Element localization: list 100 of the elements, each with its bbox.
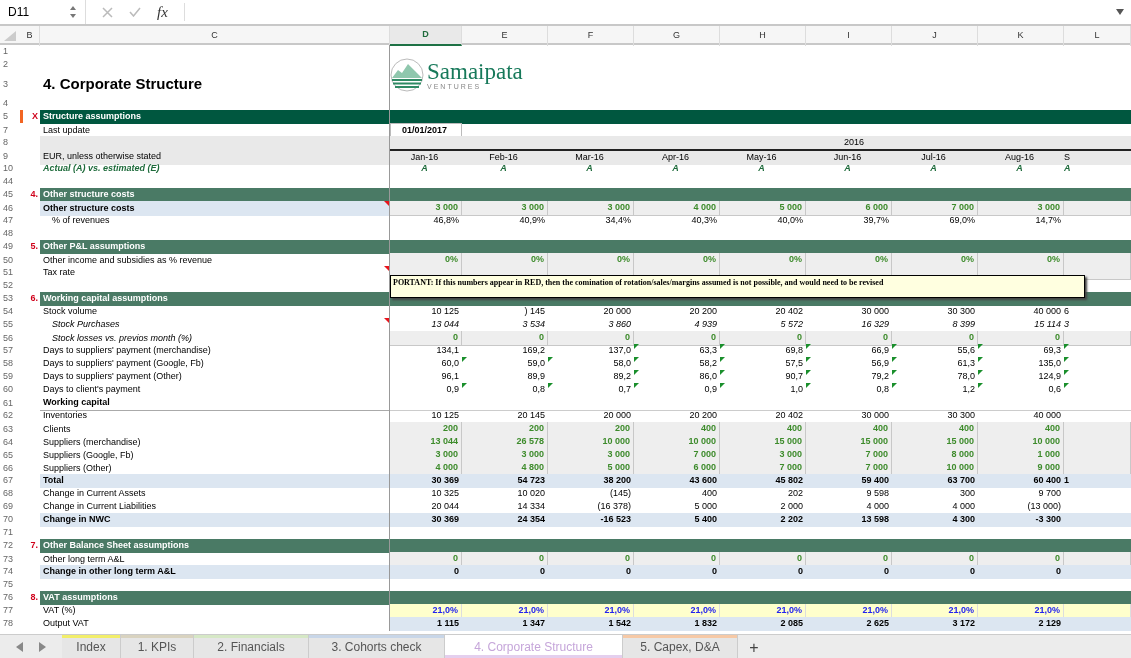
table-cell: 0: [390, 552, 462, 567]
row-number: 3: [2, 77, 9, 91]
row-number: 63: [2, 422, 14, 436]
check-icon[interactable]: [129, 7, 141, 17]
table-cell: 90,7: [720, 370, 806, 384]
table-cell: 400: [720, 422, 806, 437]
row-number: 59: [2, 370, 14, 384]
table-cell: 1 347: [462, 617, 548, 631]
table-cell-text: 202: [786, 487, 804, 500]
table-cell-text: A: [420, 162, 429, 175]
table-cell-text: 3 534: [521, 318, 546, 331]
sheet-tab[interactable]: 2. Financials: [194, 635, 309, 658]
table-cell-text: A: [1064, 162, 1072, 175]
table-cell-text: 9 700: [1037, 487, 1062, 500]
table-cell: 0: [978, 552, 1064, 567]
table-cell: 21,0%: [892, 604, 978, 618]
table-cell-text: (145): [609, 487, 632, 500]
row-number: 62: [2, 409, 14, 423]
table-cell: 24 354: [462, 513, 548, 527]
table-cell-text: A: [757, 162, 766, 175]
row-number: 70: [2, 513, 14, 527]
column-header[interactable]: L: [1064, 26, 1131, 46]
row-number: 57: [2, 344, 14, 358]
previous-sheet-icon[interactable]: [16, 641, 23, 652]
table-cell: Jun-16: [806, 149, 892, 165]
sheet-tab[interactable]: 1. KPIs: [121, 635, 194, 658]
column-header[interactable]: B: [20, 26, 40, 46]
row-label: EUR, unless otherwise stated: [40, 149, 390, 165]
column-header[interactable]: K: [978, 26, 1064, 46]
table-cell: 60 400: [978, 474, 1064, 488]
row-number: 66: [2, 461, 14, 475]
row-number: 46: [2, 201, 14, 215]
column-header[interactable]: H: [720, 26, 806, 46]
table-cell: 58,0: [548, 357, 634, 371]
table-cell: S: [1064, 149, 1131, 165]
table-cell-text: 2 000: [779, 500, 804, 513]
table-cell-text: 34,4%: [604, 214, 632, 227]
table-cell-text: 4 000: [951, 500, 976, 513]
table-cell: 13 598: [806, 513, 892, 527]
table-cell: 10 000: [548, 435, 634, 450]
cell-reference[interactable]: D11: [8, 3, 30, 21]
row-number: 75: [2, 578, 14, 591]
table-cell: 0: [978, 331, 1064, 346]
row-number: 50: [2, 253, 14, 267]
column-header[interactable]: G: [634, 26, 720, 46]
cancel-icon[interactable]: [102, 6, 113, 18]
table-cell: 21,0%: [720, 604, 806, 618]
row-number: 8: [2, 136, 9, 150]
section-number: 6.: [30, 292, 38, 305]
table-cell: [1064, 565, 1131, 579]
table-cell-text: 89,9: [526, 370, 546, 383]
table-cell: 3 000: [978, 201, 1064, 216]
column-header[interactable]: F: [548, 26, 634, 46]
table-cell: 5 000: [720, 201, 806, 216]
table-cell: 9 000: [978, 461, 1064, 476]
table-cell: Apr-16: [634, 149, 720, 165]
table-cell: 200: [390, 422, 462, 437]
row-number: 47: [2, 214, 14, 228]
table-cell: 2 085: [720, 617, 806, 631]
table-cell: 6 000: [806, 201, 892, 216]
table-cell: 1 832: [634, 617, 720, 631]
table-cell: [1064, 513, 1131, 527]
table-cell-text: 20 044: [430, 500, 460, 513]
row-label: Working capital: [40, 396, 390, 411]
table-cell: 63 700: [892, 474, 978, 488]
table-cell: 45 802: [720, 474, 806, 488]
table-cell: 0: [892, 565, 978, 579]
table-cell-text: 13 044: [430, 318, 460, 331]
table-cell-text: 8 399: [951, 318, 976, 331]
table-cell-text: 10 125: [430, 305, 460, 318]
table-cell-text: 3 860: [607, 318, 632, 331]
table-cell: 38 200: [548, 474, 634, 488]
row-label: Change in other long term A&L: [40, 565, 390, 579]
table-cell: 0: [806, 565, 892, 579]
table-cell-text: 9 598: [865, 487, 890, 500]
table-cell: 58,2: [634, 357, 720, 371]
stepper-icon[interactable]: [69, 4, 77, 20]
sheet-tab[interactable]: 5. Capex, D&A: [623, 635, 738, 658]
column-header[interactable]: E: [462, 26, 548, 46]
add-sheet-button[interactable]: +: [738, 635, 770, 658]
table-cell: 56,9: [806, 357, 892, 371]
table-cell: 1,2: [892, 383, 978, 397]
column-header[interactable]: J: [892, 26, 978, 46]
table-cell: [1064, 253, 1131, 268]
section-number: 7.: [30, 539, 38, 552]
column-header[interactable]: I: [806, 26, 892, 46]
table-cell: 0: [720, 552, 806, 567]
sheet-tab[interactable]: 3. Cohorts check: [309, 635, 445, 658]
table-cell: 4 800: [462, 461, 548, 476]
sheet-tab[interactable]: Index: [62, 635, 121, 658]
row-number: 49: [2, 240, 14, 254]
table-cell: [1064, 201, 1131, 216]
row-label: Change in NWC: [40, 513, 390, 527]
section-title: Structure assumptions: [40, 110, 390, 124]
column-header[interactable]: D: [390, 26, 462, 46]
table-cell-text: A: [671, 162, 680, 175]
function-button[interactable]: fx: [157, 0, 168, 24]
next-sheet-icon[interactable]: [39, 641, 46, 652]
dropdown-caret-icon[interactable]: [1115, 8, 1125, 16]
row-number: 44: [2, 175, 14, 188]
